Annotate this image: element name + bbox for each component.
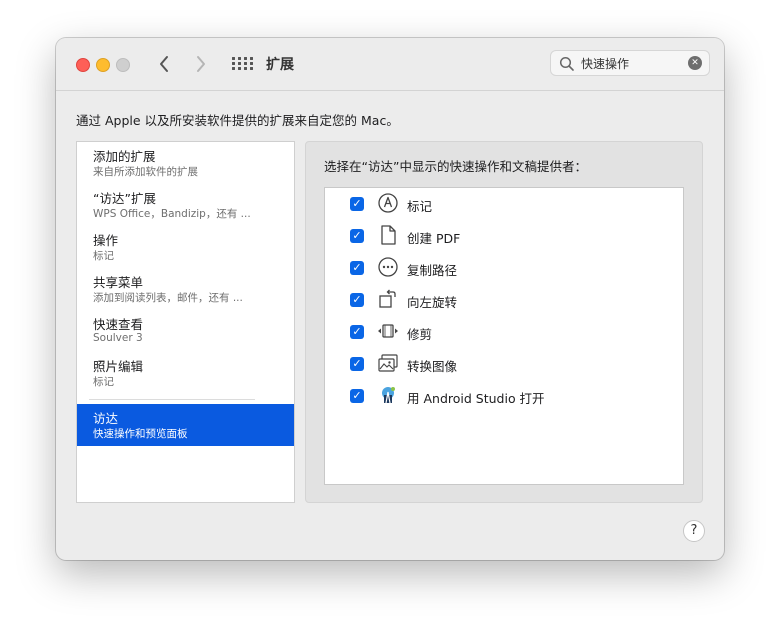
action-label: 标记 [407,199,433,214]
sidebar-item-title: 操作 [93,233,119,248]
markup-checkbox[interactable]: ✓ [350,197,364,211]
list-item: ✓ 向左旋转 [325,284,683,316]
sidebar-item-title: “访达”扩展 [93,191,156,206]
title-bar: 扩展 ✕ [56,38,724,91]
list-item: ✓ 修剪 [325,316,683,348]
sidebar-item-photos-editing[interactable]: 照片编辑 标记 [77,352,294,394]
list-item: ✓ 标记 [325,188,683,220]
minimize-window-button[interactable] [96,58,110,72]
sidebar-item-subtitle: 来自所添加软件的扩展 [93,166,198,178]
sidebar-item-title: 添加的扩展 [93,149,156,164]
search-icon [559,56,574,71]
action-label: 创建 PDF [407,231,461,246]
sidebar-item-subtitle: WPS Office，Bandizip，还有 ... [93,208,251,220]
back-button[interactable] [152,52,176,76]
sidebar-item-finder-extensions[interactable]: “访达”扩展 WPS Office，Bandizip，还有 ... [77,184,294,226]
pane-description: 通过 Apple 以及所安装软件提供的扩展来自定您的 Mac。 [76,113,399,128]
action-label: 修剪 [407,327,433,342]
sidebar-item-subtitle: 标记 [93,376,114,388]
sidebar-item-finder[interactable]: 访达 快速操作和预览面板 [77,404,294,446]
sidebar-item-added-extensions[interactable]: 添加的扩展 来自所添加软件的扩展 [77,142,294,184]
convert-image-checkbox[interactable]: ✓ [350,357,364,371]
create-pdf-checkbox[interactable]: ✓ [350,229,364,243]
chevron-right-icon [197,56,205,72]
window-title: 扩展 [266,57,294,73]
list-item: ✓ 复制路径 [325,252,683,284]
clear-search-icon[interactable]: ✕ [688,56,702,70]
sidebar-item-subtitle: 标记 [93,250,114,262]
list-item: ✓ 用 Android Studio 打开 [325,380,683,412]
forward-button[interactable] [189,52,213,76]
zoom-window-button[interactable] [116,58,130,72]
trim-icon [378,324,398,338]
document-icon [381,225,396,245]
photo-icon [378,354,398,372]
extension-category-list: 添加的扩展 来自所添加软件的扩展 “访达”扩展 WPS Office，Bandi… [76,141,295,503]
list-item: ✓ 创建 PDF [325,220,683,252]
sidebar-item-title: 共享菜单 [93,275,144,290]
sidebar-item-title: 快速查看 [93,317,144,332]
open-with-android-studio-checkbox[interactable]: ✓ [350,389,364,403]
search-field[interactable]: ✕ [550,50,710,76]
ellipsis-circle-icon [378,257,398,277]
sidebar-item-subtitle: 快速操作和预览面板 [93,428,188,440]
sidebar-item-subtitle: 添加到阅读列表，邮件，还有 ... [93,292,243,304]
action-label: 复制路径 [407,263,458,278]
action-label: 向左旋转 [407,295,458,310]
sidebar-item-title: 访达 [93,411,119,426]
search-input[interactable] [581,54,681,72]
preferences-window: 扩展 ✕ 通过 Apple 以及所安装软件提供的扩展来自定您的 Mac。 添加的… [56,38,724,560]
list-item: ✓ 转换图像 [325,348,683,380]
panel-heading: 选择在“访达”中显示的快速操作和文稿提供者： [324,159,587,174]
sidebar-item-actions[interactable]: 操作 标记 [77,226,294,268]
help-button[interactable]: ? [683,520,705,542]
rotate-left-checkbox[interactable]: ✓ [350,293,364,307]
sidebar-item-subtitle: Soulver 3 [93,332,143,344]
trim-checkbox[interactable]: ✓ [350,325,364,339]
sidebar-item-share-menu[interactable]: 共享菜单 添加到阅读列表，邮件，还有 ... [77,268,294,310]
action-label: 用 Android Studio 打开 [407,391,545,406]
copy-path-checkbox[interactable]: ✓ [350,261,364,275]
quick-actions-panel: 选择在“访达”中显示的快速操作和文稿提供者： ✓ 标记 ✓ 创建 PDF ✓ 复… [305,141,703,503]
list-divider [89,399,255,400]
rotate-left-icon [379,289,396,308]
android-studio-icon [382,387,395,404]
sidebar-item-title: 照片编辑 [93,359,144,374]
action-label: 转换图像 [407,359,458,374]
show-all-button[interactable] [230,54,253,76]
quick-actions-list: ✓ 标记 ✓ 创建 PDF ✓ 复制路径 ✓ 向左旋转 ✓ 修剪 ✓ 转换图像 … [324,187,684,485]
sidebar-item-quick-look[interactable]: 快速查看 Soulver 3 [77,310,294,352]
chevron-left-icon [160,56,168,72]
markup-icon [378,193,398,213]
close-window-button[interactable] [76,58,90,72]
